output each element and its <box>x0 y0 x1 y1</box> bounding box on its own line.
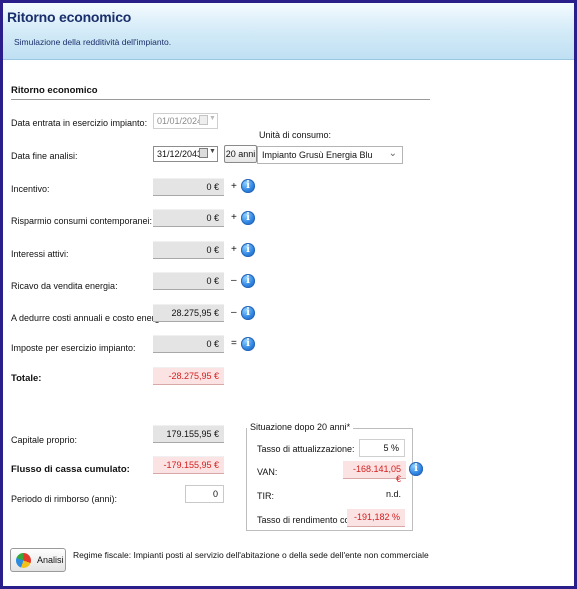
end-date-field[interactable]: 31/12/2043 ▼ <box>153 146 218 162</box>
tax-regime-text: Regime fiscale: Impianti posti al serviz… <box>73 550 429 560</box>
tir-value: n.d. <box>385 489 401 499</box>
row-value-ricavo: 0 € <box>153 272 224 290</box>
info-icon[interactable]: i <box>241 243 255 257</box>
row-value-imposte: 0 € <box>153 335 224 353</box>
consumption-unit-label: Unità di consumo: <box>259 130 332 140</box>
total-value: -28.275,95 € <box>153 367 224 385</box>
row-operator: – <box>231 275 237 286</box>
header-banner: Ritorno economico Simulazione della redd… <box>3 3 574 60</box>
calendar-icon[interactable]: ▼ <box>198 147 216 161</box>
capital-value: 179.155,95 € <box>153 425 224 443</box>
info-icon[interactable]: i <box>409 462 423 476</box>
info-icon[interactable]: i <box>241 337 255 351</box>
row-operator: + <box>231 181 237 192</box>
start-date-value: 01/01/2024 <box>157 116 203 126</box>
section-title: Ritorno economico <box>11 85 98 96</box>
payback-input[interactable]: 0 <box>185 485 224 503</box>
row-label-risparmio: Risparmio consumi contemporanei: <box>11 216 153 226</box>
row-label-interessi: Interessi attivi: <box>11 249 69 259</box>
consumption-unit-value: Impianto Grusù Energia Blu <box>262 150 373 160</box>
compound-rate-value: -191,182 % <box>347 509 405 527</box>
info-icon[interactable]: i <box>241 306 255 320</box>
cashflow-label: Flusso di cassa cumulato: <box>11 464 130 475</box>
page-subtitle: Simulazione della redditività dell'impia… <box>14 37 172 47</box>
payback-label: Periodo di rimborso (anni): <box>11 494 118 504</box>
section-divider <box>11 99 430 100</box>
end-date-value: 31/12/2043 <box>157 149 203 159</box>
row-label-costi: A dedurre costi annuali e costo energia: <box>11 313 170 323</box>
situation-title: Situazione dopo 20 anni* <box>247 422 354 432</box>
start-date-label: Data entrata in esercizio impianto: <box>11 118 148 128</box>
years-button[interactable]: 20 anni <box>224 145 257 163</box>
end-date-label: Data fine analisi: <box>11 151 78 161</box>
row-operator: = <box>231 338 237 349</box>
capital-label: Capitale proprio: <box>11 435 78 445</box>
info-icon[interactable]: i <box>241 211 255 225</box>
consumption-unit-select[interactable]: Impianto Grusù Energia Blu ⌄ <box>257 146 403 164</box>
row-operator: – <box>231 307 237 318</box>
tir-label: TIR: <box>257 491 274 501</box>
window: Ritorno economico Simulazione della redd… <box>3 3 574 586</box>
total-label: Totale: <box>11 373 42 384</box>
analysis-button[interactable]: Analisi <box>10 548 66 572</box>
van-label: VAN: <box>257 467 278 477</box>
calendar-icon: ▼ <box>198 114 216 128</box>
row-label-incentivo: Incentivo: <box>11 184 50 194</box>
start-date-field: 01/01/2024 ▼ <box>153 113 218 129</box>
row-operator: + <box>231 244 237 255</box>
info-icon[interactable]: i <box>241 274 255 288</box>
discount-input[interactable]: 5 % <box>359 439 405 457</box>
row-value-risparmio: 0 € <box>153 209 224 227</box>
row-label-ricavo: Ricavo da vendita energia: <box>11 281 118 291</box>
discount-label: Tasso di attualizzazione: <box>257 444 355 454</box>
info-icon[interactable]: i <box>241 179 255 193</box>
cashflow-value: -179.155,95 € <box>153 456 224 474</box>
page-title: Ritorno economico <box>7 9 132 25</box>
row-value-costi: 28.275,95 € <box>153 304 224 322</box>
row-operator: + <box>231 212 237 223</box>
pie-chart-icon <box>16 553 31 568</box>
row-label-imposte: Imposte per esercizio impianto: <box>11 343 136 353</box>
chevron-down-icon: ⌄ <box>388 148 397 159</box>
analysis-button-label: Analisi <box>37 555 64 565</box>
van-value: -168.141,05 € <box>343 461 406 484</box>
row-value-incentivo: 0 € <box>153 178 224 196</box>
row-value-interessi: 0 € <box>153 241 224 259</box>
